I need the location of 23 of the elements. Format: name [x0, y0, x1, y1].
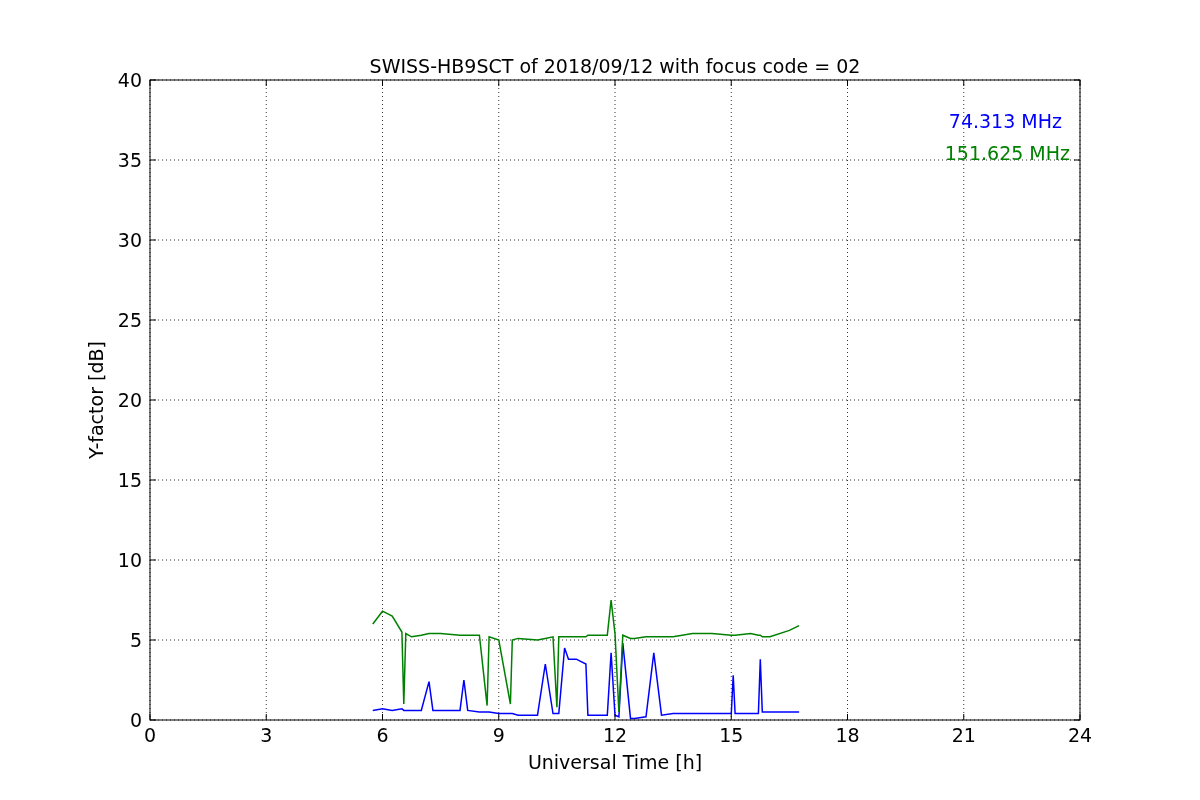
y-tick-label: 30 — [117, 229, 142, 251]
y-tick-label: 10 — [117, 549, 142, 571]
x-tick-label: 15 — [719, 724, 744, 746]
x-tick-label: 9 — [492, 724, 505, 746]
y-tick-label: 35 — [117, 149, 142, 171]
x-tick-label: 21 — [951, 724, 976, 746]
x-tick-label: 18 — [835, 724, 860, 746]
series-label: 151.625 MHz — [944, 142, 1070, 164]
x-tick-label: 3 — [260, 724, 273, 746]
y-tick-label: 20 — [117, 389, 142, 411]
x-axis-label: Universal Time [h] — [527, 751, 703, 773]
y-tick-label: 25 — [117, 309, 142, 331]
x-tick-label: 24 — [1067, 724, 1093, 746]
x-tick-label: 12 — [602, 724, 628, 746]
y-tick-label: 0 — [129, 709, 142, 731]
y-axis-label: Y-factor [dB] — [85, 341, 107, 459]
series-label: 74.313 MHz — [948, 110, 1062, 132]
chart-title: SWISS-HB9SCT of 2018/09/12 with focus code = 02 — [369, 55, 861, 77]
x-tick-label: 0 — [143, 724, 157, 746]
y-tick-label: 5 — [129, 629, 142, 651]
x-tick-label: 6 — [376, 724, 389, 746]
y-tick-label: 15 — [117, 469, 142, 491]
y-tick-label: 40 — [117, 69, 142, 91]
